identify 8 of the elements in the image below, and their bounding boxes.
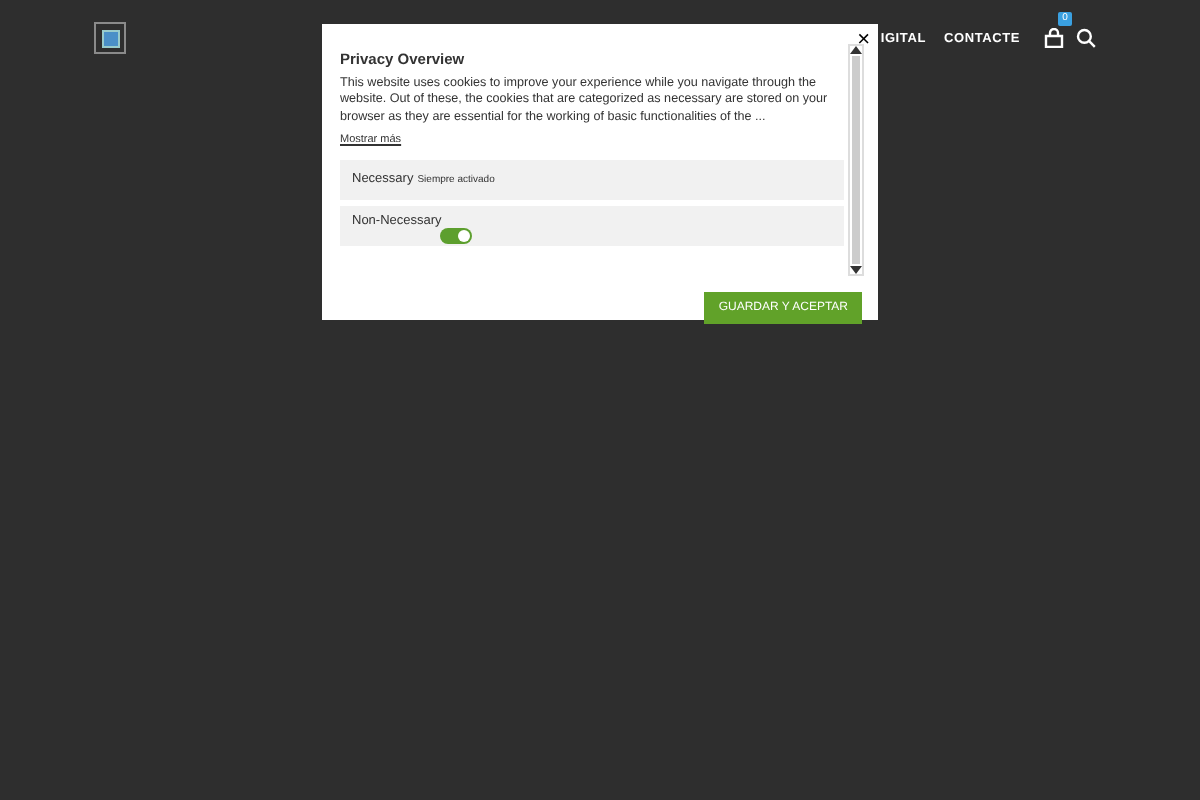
toggle-switch[interactable] [440, 227, 472, 244]
scrollbar[interactable] [848, 44, 864, 276]
scroll-down-icon[interactable] [850, 266, 862, 274]
search-icon[interactable] [1076, 28, 1096, 48]
close-button[interactable]: × [857, 30, 870, 50]
bag-icon[interactable] [1044, 28, 1064, 48]
logo-icon[interactable] [94, 22, 126, 54]
scroll-up-icon[interactable] [850, 46, 862, 54]
